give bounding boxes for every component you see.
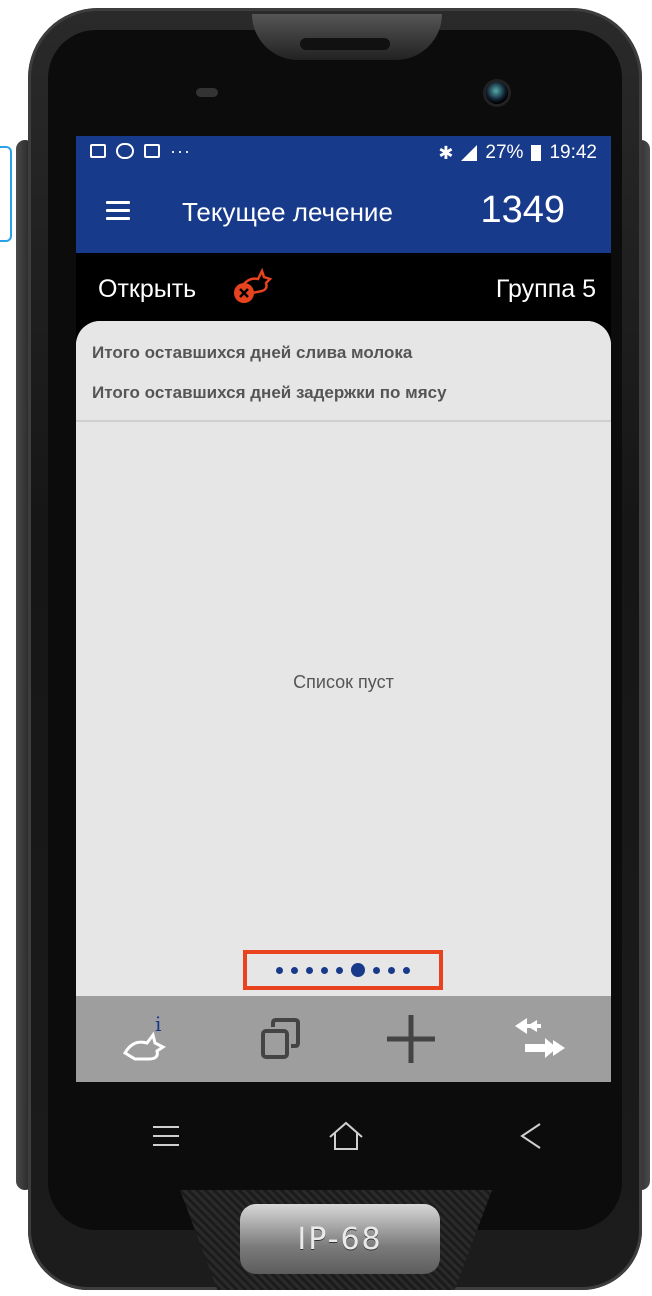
proximity-sensor (196, 88, 218, 97)
empty-list-message: Список пуст (293, 672, 394, 692)
page-dot[interactable] (403, 966, 410, 974)
app-bar: Текущее лечение 1349 (76, 169, 611, 253)
animal-number: 1349 (480, 189, 565, 231)
home-icon (329, 1121, 363, 1150)
page-dot[interactable] (306, 966, 313, 974)
side-button-highlight (0, 146, 12, 242)
page-dot[interactable] (291, 966, 298, 974)
battery-icon (531, 145, 542, 161)
list-background (76, 556, 611, 743)
info-bar: Открыть Группа 5 (76, 253, 611, 317)
ip68-badge: IP-68 (240, 1204, 440, 1274)
animal-info-button[interactable]: i (98, 996, 188, 1082)
status-time: 19:42 (549, 142, 597, 163)
copy-icon (261, 1018, 300, 1059)
page-dot[interactable] (388, 966, 395, 974)
plus-icon (387, 1015, 435, 1063)
transfer-button[interactable] (496, 996, 586, 1082)
cow-cancel-icon[interactable] (232, 267, 272, 305)
bluetooth-icon: ✱ (438, 142, 454, 163)
cow-info-icon: i (122, 1012, 166, 1061)
youtube-notification-icon (144, 144, 160, 158)
bottom-toolbar: i (76, 996, 611, 1082)
page-indicator[interactable] (243, 950, 443, 990)
copy-button[interactable] (236, 996, 326, 1082)
back-button[interactable] (501, 1114, 561, 1158)
status-right: ✱ 27% 19:42 (438, 142, 597, 164)
page-title: Текущее лечение (182, 197, 393, 227)
earpiece-speaker (300, 38, 390, 50)
open-status-label: Открыть (98, 275, 197, 303)
add-button[interactable] (366, 996, 456, 1082)
page-dot[interactable] (336, 966, 343, 974)
phone-screen: ··· ✱ 27% 19:42 Текущее лечение 1349 Отк… (76, 136, 611, 1082)
home-button[interactable] (316, 1114, 376, 1158)
page-dot[interactable] (373, 966, 380, 974)
more-notifications-icon: ··· (170, 141, 191, 161)
app-notification-icon (116, 143, 134, 159)
recent-apps-button[interactable] (136, 1114, 196, 1158)
menu-lines-icon (153, 1126, 179, 1146)
front-camera (486, 82, 508, 104)
summary-section: Итого оставшихся дней слива молока Итого… (76, 321, 611, 422)
status-bar: ··· ✱ 27% 19:42 (76, 136, 611, 169)
image-notification-icon (90, 144, 106, 158)
page-dot-active[interactable] (351, 963, 365, 977)
notification-icons: ··· (90, 141, 191, 161)
page-dot[interactable] (276, 966, 283, 974)
transfer-arrows-icon (515, 1018, 565, 1058)
meat-withdrawal-total: Итого оставшихся дней задержки по мясу (92, 383, 447, 402)
battery-percent: 27% (485, 142, 524, 163)
group-label: Группа 5 (495, 275, 596, 303)
earpiece-housing (252, 14, 442, 60)
signal-icon (461, 145, 478, 161)
svg-text:i: i (155, 1012, 161, 1036)
page-dot[interactable] (321, 966, 328, 974)
android-nav-bar (76, 1100, 611, 1170)
back-chevron-icon (520, 1123, 541, 1149)
milk-withdrawal-total: Итого оставшихся дней слива молока (92, 343, 413, 362)
menu-icon[interactable] (106, 201, 130, 220)
